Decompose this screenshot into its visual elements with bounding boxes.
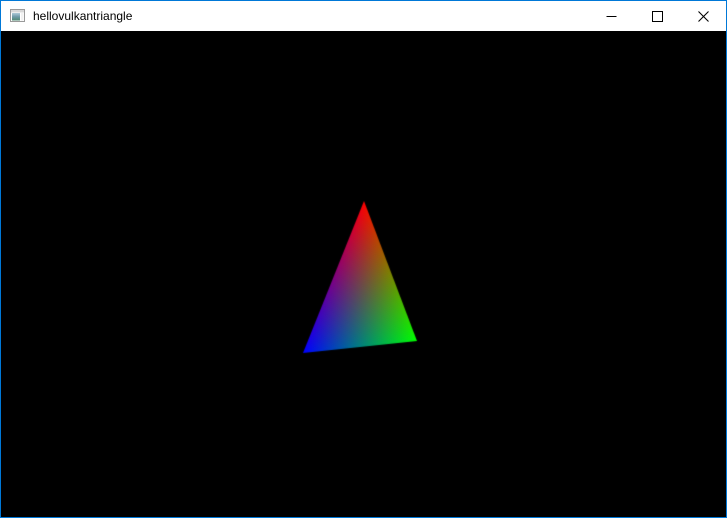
minimize-icon <box>606 11 617 22</box>
window-controls <box>588 1 726 31</box>
close-icon <box>698 11 709 22</box>
vulkan-triangle-canvas <box>1 31 726 517</box>
minimize-button[interactable] <box>588 1 634 31</box>
vulkan-client-area <box>1 31 726 517</box>
app-window: hellovulkantriangle <box>0 0 727 518</box>
maximize-icon <box>652 11 663 22</box>
close-button[interactable] <box>680 1 726 31</box>
titlebar[interactable]: hellovulkantriangle <box>1 1 726 31</box>
app-window-icon[interactable] <box>10 8 26 24</box>
maximize-button[interactable] <box>634 1 680 31</box>
window-title: hellovulkantriangle <box>33 1 132 31</box>
